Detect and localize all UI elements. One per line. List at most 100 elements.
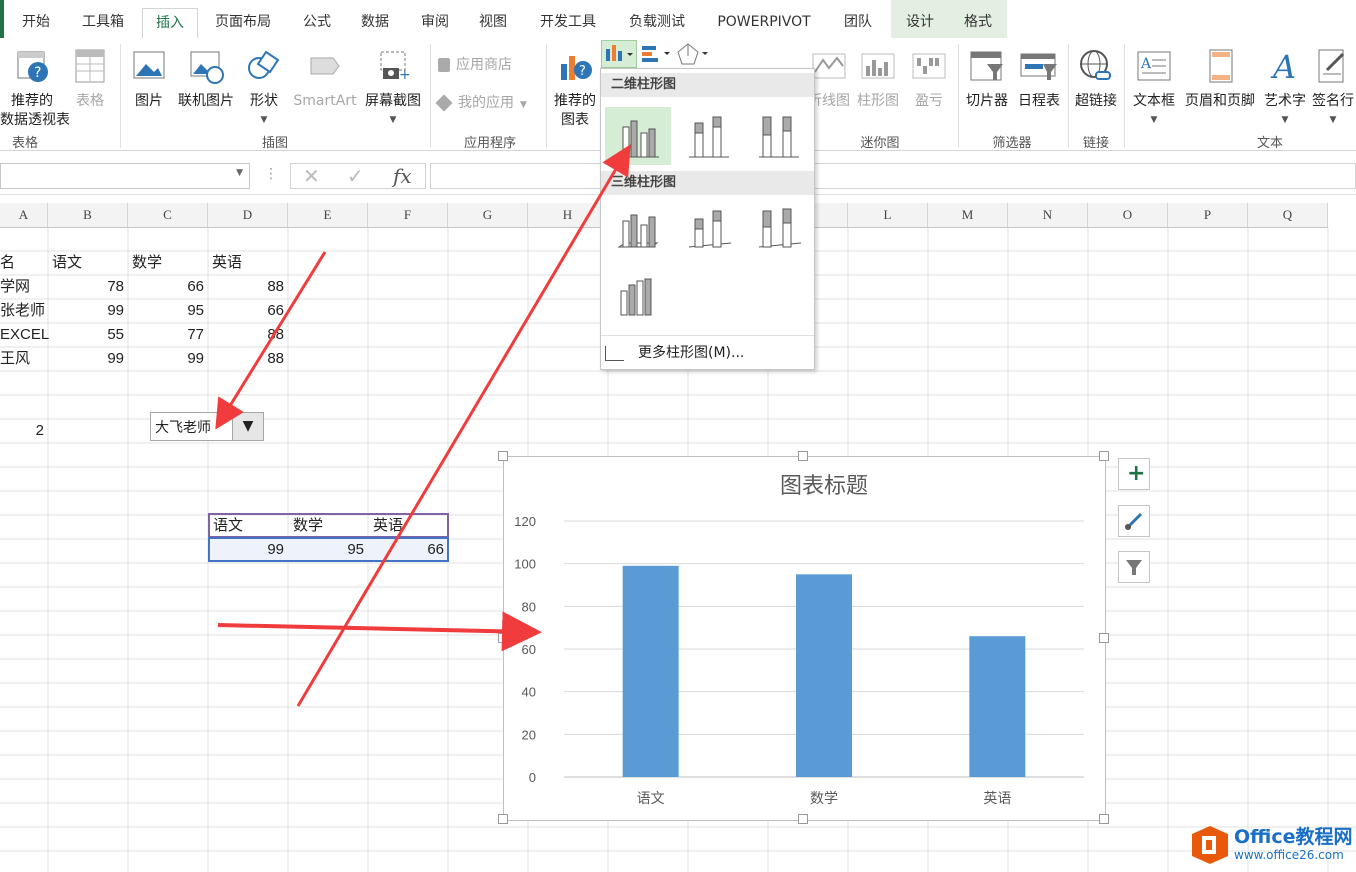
column-chart-dropdown-button[interactable] (601, 40, 637, 68)
bar-0[interactable] (622, 565, 679, 777)
tab-review[interactable]: 审阅 (412, 8, 458, 38)
tab-page-layout[interactable]: 页面布局 (206, 8, 280, 38)
column-header-b[interactable]: B (48, 203, 128, 228)
resize-handle[interactable] (1099, 451, 1109, 461)
cell-score[interactable]: 99 (128, 347, 204, 371)
column-header-m[interactable]: M (928, 203, 1008, 228)
recommended-pivot-button[interactable]: ? 推荐的 数据透视表 (0, 46, 70, 130)
recommended-charts-button[interactable]: ? 推荐的 图表 (550, 46, 600, 130)
column-header-q[interactable]: Q (1248, 203, 1328, 228)
column-header-l[interactable]: L (848, 203, 928, 228)
timeline-button[interactable]: 日程表 (1014, 46, 1064, 111)
lookup-header[interactable]: 语文 (213, 514, 283, 538)
my-apps-button[interactable]: 我的应用 ▼ (435, 94, 548, 115)
chart-styles-button[interactable] (1118, 505, 1150, 537)
cell-score[interactable]: 78 (48, 275, 124, 299)
screenshot-button[interactable]: + 屏幕截图 ▼ (360, 46, 426, 130)
tab-format[interactable]: 格式 (949, 0, 1007, 38)
wordart-button[interactable]: A 艺术字 ▼ (1260, 46, 1310, 130)
tab-developer[interactable]: 开发工具 (530, 8, 606, 38)
cell-a3[interactable]: 名 (0, 251, 46, 275)
resize-handle[interactable] (798, 814, 808, 824)
slicer-button[interactable]: 切片器 (962, 46, 1012, 111)
3d-stacked-column-option[interactable] (677, 199, 743, 257)
column-header-o[interactable]: O (1088, 203, 1168, 228)
column-header-e[interactable]: E (288, 203, 368, 228)
more-column-charts-item[interactable]: 更多柱形图(M)... (605, 341, 810, 365)
cell-score[interactable]: 88 (208, 347, 284, 371)
name-combo-box[interactable]: 大飞老师 ▼ (150, 412, 264, 441)
bar-1[interactable] (796, 574, 852, 777)
header-footer-button[interactable]: 页眉和页脚 (1180, 46, 1260, 111)
lookup-header[interactable]: 英语 (373, 514, 443, 538)
3d-percent-stacked-column-option[interactable] (747, 199, 813, 257)
cell-score[interactable]: 99 (48, 347, 124, 371)
sparkline-column-button[interactable]: 柱形图 (852, 46, 904, 111)
tab-insert[interactable]: 插入 (142, 8, 198, 40)
3d-clustered-column-option[interactable] (605, 199, 671, 257)
resize-handle[interactable] (1099, 633, 1109, 643)
chart-elements-button[interactable]: + (1118, 458, 1150, 490)
online-picture-button[interactable]: 联机图片 (174, 46, 238, 111)
hyperlink-button[interactable]: 超链接 (1072, 46, 1120, 111)
cell-name[interactable]: 学网 (0, 275, 46, 299)
name-box[interactable]: ▼ (0, 163, 250, 189)
cell-d3[interactable]: 英语 (212, 251, 282, 275)
tab-home[interactable]: 开始 (14, 8, 58, 38)
radar-chart-dropdown-button[interactable] (676, 42, 712, 66)
column-header-a[interactable]: A (0, 203, 48, 228)
chart-title[interactable]: 图表标题 (780, 474, 868, 499)
cell-score[interactable]: 88 (208, 323, 284, 347)
cell-c3[interactable]: 数学 (132, 251, 202, 275)
cell-score[interactable]: 95 (128, 299, 204, 323)
table-button[interactable]: 表格 (66, 46, 114, 111)
tab-design[interactable]: 设计 (891, 0, 949, 38)
cell-score[interactable]: 88 (208, 275, 284, 299)
column-header-g[interactable]: G (448, 203, 528, 228)
signature-line-button[interactable]: 签名行 ▼ (1310, 46, 1356, 130)
3d-column-option[interactable] (605, 267, 671, 325)
column-header-h[interactable]: H (528, 203, 608, 228)
cell-b3[interactable]: 语文 (52, 251, 122, 275)
column-header-f[interactable]: F (368, 203, 448, 228)
lookup-value[interactable]: 99 (208, 538, 284, 562)
lookup-value[interactable]: 95 (288, 538, 364, 562)
picture-button[interactable]: 图片 (128, 46, 170, 111)
tab-formulas[interactable]: 公式 (294, 8, 340, 38)
check-icon[interactable]: ✓ (347, 164, 364, 188)
cell-score[interactable]: 99 (48, 299, 124, 323)
resize-handle[interactable] (498, 633, 508, 643)
tab-toolbox[interactable]: 工具箱 (72, 8, 134, 38)
insert-function-icon[interactable]: fx (393, 164, 412, 188)
percent-stacked-column-option[interactable] (747, 107, 813, 165)
app-store-button[interactable]: 应用商店 (438, 56, 538, 75)
resize-handle[interactable] (798, 451, 808, 461)
lookup-header[interactable]: 数学 (293, 514, 363, 538)
tab-load-test[interactable]: 负载测试 (618, 8, 696, 38)
resize-handle[interactable] (1099, 814, 1109, 824)
cell-name[interactable]: EXCEL (0, 323, 49, 347)
cell-name[interactable]: 王风 (0, 347, 46, 371)
cell-score[interactable]: 55 (48, 323, 124, 347)
cell-score[interactable]: 66 (128, 275, 204, 299)
cell-score[interactable]: 77 (128, 323, 204, 347)
cell-a-value[interactable]: 2 (0, 419, 44, 443)
resize-handle[interactable] (498, 451, 508, 461)
sparkline-winloss-button[interactable]: 盈亏 (906, 46, 952, 111)
column-header-c[interactable]: C (128, 203, 208, 228)
chart-filters-button[interactable] (1118, 551, 1150, 583)
tab-team[interactable]: 团队 (832, 8, 884, 38)
bar-2[interactable] (969, 636, 1026, 777)
column-header-d[interactable]: D (208, 203, 288, 228)
lookup-value[interactable]: 66 (368, 538, 444, 562)
clustered-column-option[interactable] (605, 107, 671, 165)
column-header-p[interactable]: P (1168, 203, 1248, 228)
cancel-icon[interactable]: ✕ (303, 164, 320, 188)
column-chart[interactable]: 图表标题 0 20 40 60 80 100 120 语文 数学 英语 (503, 456, 1106, 821)
tab-powerpivot[interactable]: POWERPIVOT (708, 8, 820, 38)
smartart-button[interactable]: SmartArt (290, 46, 360, 111)
textbox-button[interactable]: A 文本框 ▼ (1128, 46, 1180, 130)
shapes-button[interactable]: 形状 ▼ (240, 46, 288, 130)
stacked-column-option[interactable] (677, 107, 743, 165)
cell-name[interactable]: 张老师 (0, 299, 46, 323)
